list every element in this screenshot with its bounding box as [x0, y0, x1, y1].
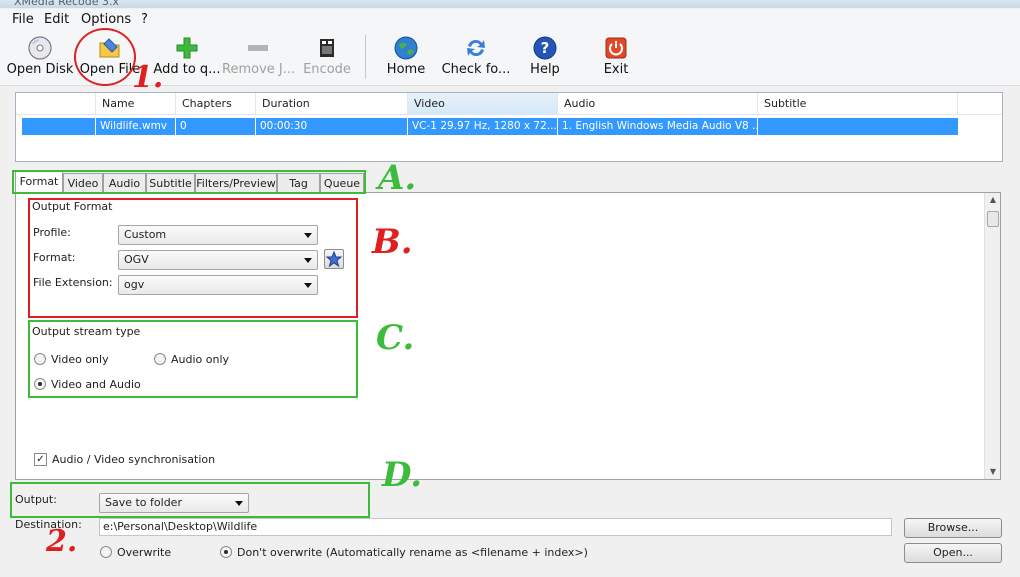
av-sync-checkbox[interactable]: ✓ Audio / Video synchronisation — [34, 453, 215, 467]
disc-icon — [28, 36, 52, 60]
open-folder-button[interactable]: Open... — [904, 543, 1002, 563]
menu-bar: File Edit Options ? — [0, 9, 1020, 31]
row-subtitle — [758, 118, 958, 135]
row-chapters: 0 — [176, 118, 256, 135]
browse-button[interactable]: Browse... — [904, 518, 1002, 538]
remove-job-button[interactable]: Remove J... — [222, 31, 295, 85]
annotation-label-2: 2. — [46, 524, 78, 559]
checkmark-icon: ✓ — [34, 453, 47, 466]
title-bar: XMedia Recode 3.x — [0, 0, 1020, 8]
panel-scrollbar[interactable]: ▲ ▼ — [984, 193, 1000, 479]
menu-help[interactable]: ? — [141, 12, 148, 27]
annotation-box-stream-type — [28, 320, 358, 398]
annotation-label-1: 1. — [132, 60, 164, 95]
column-subtitle[interactable]: Subtitle — [758, 93, 958, 115]
menu-edit[interactable]: Edit — [44, 12, 69, 27]
window-title: XMedia Recode 3.x — [14, 0, 120, 8]
annotation-label-c: C. — [376, 318, 415, 358]
destination-field[interactable]: e:\Personal\Desktop\Wildlife — [99, 518, 892, 536]
column-name[interactable]: Name — [96, 93, 176, 115]
encode-button[interactable]: Encode — [300, 31, 354, 85]
annotation-box-output — [10, 482, 370, 518]
column-audio[interactable]: Audio — [558, 93, 758, 115]
column-blank — [16, 93, 96, 115]
row-audio: 1. English Windows Media Audio V8 ... — [558, 118, 758, 135]
overwrite-label: Overwrite — [117, 546, 172, 559]
check-for-updates-button[interactable]: Check fo... — [440, 31, 512, 85]
open-disk-button[interactable]: Open Disk — [6, 31, 74, 85]
radio-dot — [100, 546, 112, 558]
svg-text:?: ? — [541, 39, 550, 57]
row-blank-cell — [22, 118, 96, 135]
exit-button[interactable]: Exit — [594, 31, 638, 85]
table-row[interactable]: Wildlife.wmv 0 00:00:30 VC-1 29.97 Hz, 1… — [22, 118, 958, 135]
annotation-box-tabs — [12, 170, 366, 194]
toolbar-separator — [365, 35, 366, 79]
dont-overwrite-radio[interactable]: Don't overwrite (Automatically rename as… — [220, 546, 588, 560]
home-button[interactable]: Home — [382, 31, 430, 85]
menu-options[interactable]: Options — [81, 12, 131, 27]
column-video[interactable]: Video — [408, 93, 558, 115]
row-duration: 00:00:30 — [256, 118, 408, 135]
av-sync-label: Audio / Video synchronisation — [52, 453, 216, 466]
column-chapters[interactable]: Chapters — [176, 93, 256, 115]
radio-dot-selected — [220, 546, 232, 558]
refresh-icon — [467, 39, 485, 57]
minus-icon — [248, 45, 268, 51]
file-list[interactable]: Name Chapters Duration Video Audio Subti… — [15, 92, 1003, 162]
dont-overwrite-label: Don't overwrite (Automatically rename as… — [237, 546, 588, 559]
scroll-up-icon[interactable]: ▲ — [985, 193, 1001, 207]
overwrite-radio[interactable]: Overwrite — [100, 546, 171, 560]
scroll-thumb[interactable] — [987, 211, 999, 227]
column-duration[interactable]: Duration — [256, 93, 408, 115]
power-icon — [605, 37, 627, 59]
row-video: VC-1 29.97 Hz, 1280 x 72... — [408, 118, 558, 135]
annotation-label-b: B. — [372, 222, 413, 262]
film-icon — [320, 39, 334, 57]
annotation-box-output-format — [28, 198, 358, 318]
globe-icon — [394, 36, 418, 60]
plus-icon — [176, 37, 198, 59]
annotation-label-a: A. — [378, 158, 417, 198]
menu-file[interactable]: File — [12, 12, 34, 27]
annotation-label-d: D. — [382, 455, 423, 495]
help-button[interactable]: ? Help — [522, 31, 568, 85]
help-icon: ? — [533, 36, 557, 60]
scroll-down-icon[interactable]: ▼ — [985, 465, 1001, 479]
file-list-header: Name Chapters Duration Video Audio Subti… — [16, 93, 1002, 115]
annotation-circle-open-file — [74, 28, 136, 86]
row-name: Wildlife.wmv — [96, 118, 176, 135]
